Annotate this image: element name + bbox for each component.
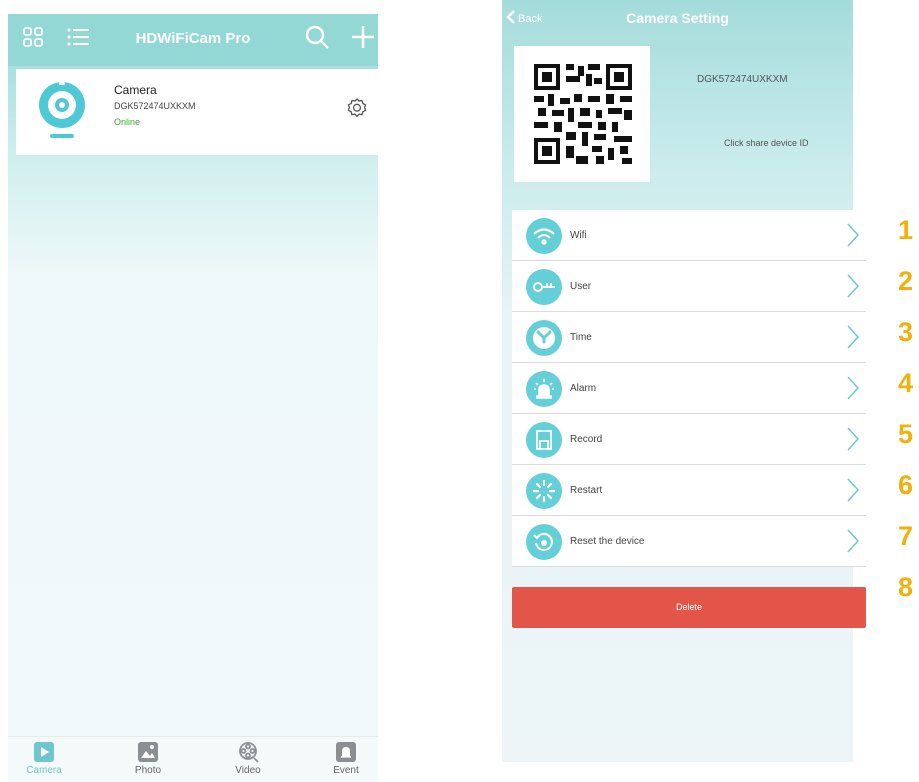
tab-camera[interactable]: Camera	[14, 741, 74, 776]
sd-card-icon	[526, 422, 562, 458]
film-reel-icon	[237, 741, 259, 763]
menu-item-label: Reset the device	[570, 536, 645, 547]
annotation-numbers: 1 2 3 4 5 6 7 8	[892, 205, 919, 613]
annotation-number: 6	[897, 470, 914, 500]
chevron-right-icon	[846, 273, 860, 304]
settings-header: Back Camera Setting	[502, 0, 853, 38]
share-device-id-link[interactable]: Click share device ID	[724, 138, 809, 148]
tab-event[interactable]: Event	[316, 741, 376, 776]
annotation-number: 3	[897, 317, 914, 347]
menu-item-record[interactable]: Record	[512, 414, 866, 465]
annotation-number: 1	[897, 215, 914, 245]
gear-icon[interactable]	[346, 97, 368, 119]
menu-item-label: Time	[570, 332, 592, 343]
chevron-right-icon	[846, 426, 860, 457]
annotation-number: 7	[897, 521, 914, 551]
alarm-light-icon	[526, 371, 562, 407]
qr-code[interactable]	[514, 46, 650, 182]
settings-menu: Wifi User Time Alarm Record Restart Rese…	[512, 210, 866, 567]
reset-icon	[526, 524, 562, 560]
chevron-right-icon	[846, 375, 860, 406]
camera-list-item[interactable]: Camera DGK572474UXKXM Online	[16, 69, 378, 155]
menu-item-time[interactable]: Time	[512, 312, 866, 363]
camera-status: Online	[114, 117, 141, 127]
wifi-icon	[526, 218, 562, 254]
key-icon	[526, 269, 562, 305]
chevron-right-icon	[846, 222, 860, 253]
tab-photo[interactable]: Photo	[118, 741, 178, 776]
annotation-number: 5	[897, 419, 914, 449]
chevron-right-icon	[846, 477, 860, 508]
menu-item-user[interactable]: User	[512, 261, 866, 312]
device-id-label: DGK572474UXKXM	[697, 74, 788, 85]
play-icon	[33, 741, 55, 763]
menu-item-reset[interactable]: Reset the device	[512, 516, 866, 567]
chevron-right-icon	[846, 528, 860, 559]
screenshot-stage: HDWiFiCam Pro Camera DGK572474UXKXM Onli…	[0, 0, 919, 782]
tab-label: Video	[235, 765, 261, 776]
device-list-screen: HDWiFiCam Pro Camera DGK572474UXKXM Onli…	[8, 14, 378, 782]
camera-name: Camera	[114, 83, 157, 97]
search-icon[interactable]	[304, 24, 330, 55]
menu-item-restart[interactable]: Restart	[512, 465, 866, 516]
tab-label: Event	[333, 765, 359, 776]
annotation-number: 8	[897, 572, 914, 602]
delete-button[interactable]: Delete	[512, 587, 866, 628]
camera-avatar-icon	[38, 79, 86, 141]
bottom-tab-bar: Camera Photo Video Event	[8, 736, 378, 782]
add-icon[interactable]	[350, 24, 376, 55]
annotation-number: 4	[897, 368, 914, 398]
menu-item-wifi[interactable]: Wifi	[512, 210, 866, 261]
tab-video[interactable]: Video	[218, 741, 278, 776]
restart-icon	[526, 473, 562, 509]
camera-setting-screen: Back Camera Setting DGK572474UXKXM Click…	[502, 0, 866, 762]
camera-device-id: DGK572474UXKXM	[114, 101, 196, 111]
menu-item-label: Wifi	[570, 230, 587, 241]
menu-item-label: Restart	[570, 485, 603, 496]
app-header: HDWiFiCam Pro	[8, 14, 378, 66]
page-title: Camera Setting	[626, 10, 729, 26]
annotation-number: 2	[897, 266, 914, 296]
menu-item-label: Alarm	[570, 383, 597, 394]
tab-label: Photo	[134, 765, 162, 776]
tab-label: Camera	[26, 765, 62, 776]
clock-icon	[526, 320, 562, 356]
menu-item-label: User	[570, 281, 592, 292]
bell-icon	[335, 741, 357, 763]
chevron-right-icon	[846, 324, 860, 355]
menu-item-label: Record	[570, 434, 603, 445]
photo-icon	[137, 741, 159, 763]
menu-item-alarm[interactable]: Alarm	[512, 363, 866, 414]
